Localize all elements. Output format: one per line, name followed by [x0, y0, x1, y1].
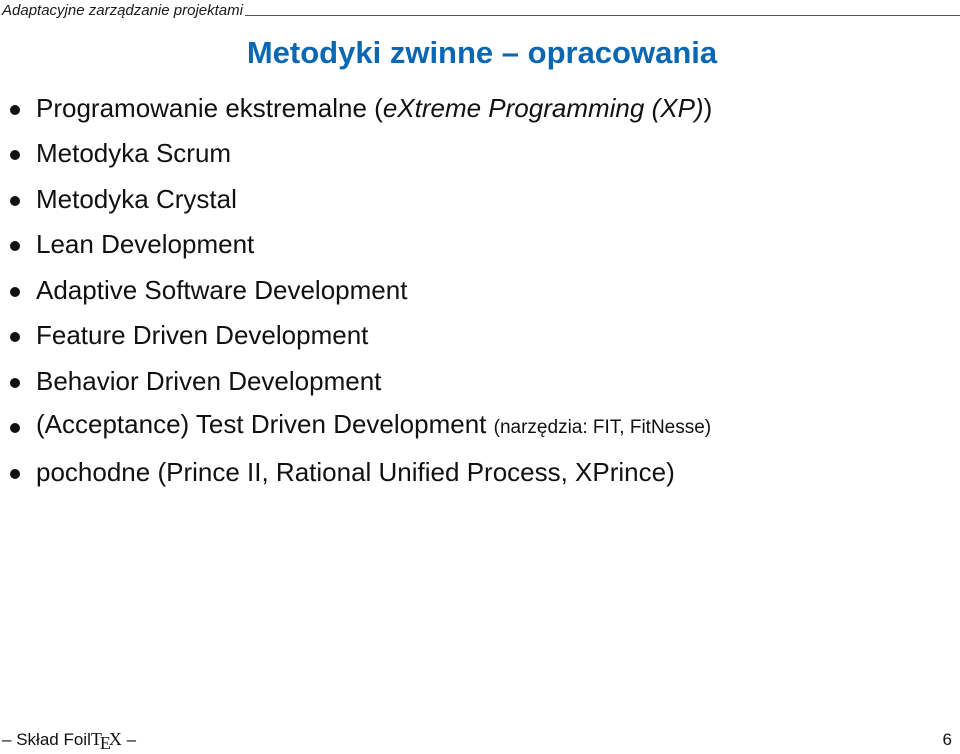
tex-logo-e: E: [99, 733, 111, 753]
bullet-dot-icon: [10, 286, 20, 297]
tex-logo: TEX: [91, 729, 122, 753]
bullet-dot-icon: [10, 241, 20, 252]
bullet-dot-icon: [10, 150, 20, 161]
bullet-dot-icon: [10, 104, 20, 115]
page-number: 6: [942, 730, 952, 749]
footer-dash-left: –: [2, 730, 12, 749]
list-item-text: Programowanie ekstremalne (eXtreme Progr…: [36, 93, 712, 123]
footer-dash-right: –: [126, 730, 137, 749]
list-item-text: pochodne (Prince II, Rational Unified Pr…: [36, 456, 675, 487]
list-item-text: Metodyka Scrum: [36, 138, 232, 169]
list-item-text: Lean Development: [36, 229, 255, 260]
list-item-text: Adaptive Software Development: [36, 274, 408, 305]
bullet-dot-icon: [10, 377, 20, 388]
bullet-dot-icon: [10, 195, 20, 206]
running-header: Adaptacyjne zarządzanie projektami: [2, 0, 960, 20]
slide-title: Metodyki zwinne – opracowania: [246, 35, 718, 70]
list-item-note: (narzędzia: FIT, FitNesse): [493, 417, 712, 439]
bullet-dot-icon: [10, 468, 20, 479]
list-item-text: Metodyka Crystal: [36, 183, 237, 214]
header-title: Adaptacyjne zarządzanie projektami: [2, 2, 243, 19]
list-item-prefix: Programowanie ekstremalne (: [36, 92, 383, 123]
bullet-dot-icon: [10, 423, 20, 434]
list-item-text: Feature Driven Development: [36, 320, 369, 351]
list-item-text: Behavior Driven Development: [36, 365, 382, 396]
footer-credit: – Skład FoilTEX –: [2, 729, 137, 753]
footer-label: Skład Foil: [16, 730, 91, 749]
bullet-dot-icon: [10, 332, 20, 343]
list-item-emphasis: eXtreme Programming (XP): [382, 92, 704, 123]
list-item-text: (Acceptance) Test Driven Development (na…: [36, 409, 711, 443]
header-rule: [244, 15, 960, 16]
list-item-suffix: ): [703, 92, 713, 123]
list-item-main: (Acceptance) Test Driven Development: [36, 409, 487, 440]
